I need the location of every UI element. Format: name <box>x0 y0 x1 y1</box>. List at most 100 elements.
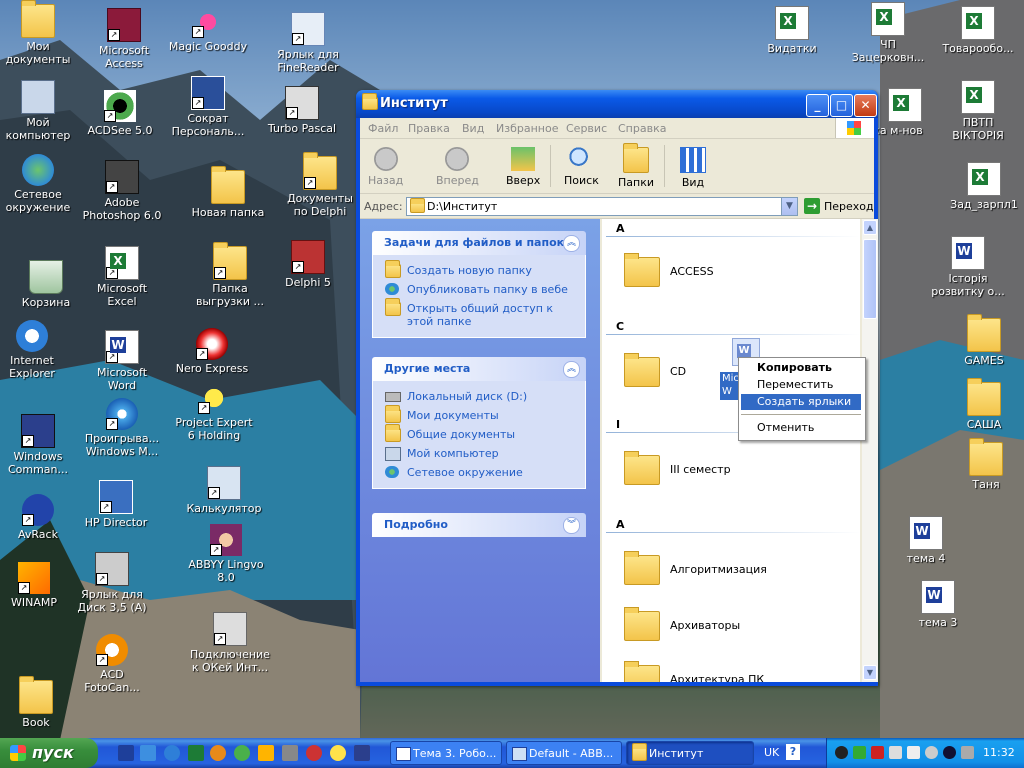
folder-item-arkhitektura[interactable]: Архитектура ПК <box>620 659 820 682</box>
search-button[interactable]: Поиск <box>564 147 599 187</box>
address-input[interactable]: D:\Институт ▼ <box>406 197 798 216</box>
desktop-icon-chp[interactable]: ЧП Зацерковн... <box>848 2 928 64</box>
up-button[interactable]: Вверх <box>506 147 540 187</box>
desktop-icon-network[interactable]: Сетевое окружение <box>0 154 78 214</box>
folder-item-access[interactable]: ACCESS <box>620 251 820 293</box>
desktop-icon-acd-fotocanvas[interactable]: ↗ ACD FotoCan... <box>72 634 152 694</box>
desktop-icon-zad-zarpl[interactable]: Зад_зарпл1 <box>944 162 1024 211</box>
language-indicator[interactable]: UK <box>764 746 779 759</box>
quicklaunch-media-icon[interactable] <box>210 745 226 761</box>
desktop-icon-tema4[interactable]: тема 4 <box>886 516 966 565</box>
desktop-icon-new-folder[interactable]: Новая папка <box>188 166 268 219</box>
place-shared-documents[interactable]: Общие документы <box>373 424 585 444</box>
desktop-icon-internet-explorer[interactable]: Internet Explorer <box>0 320 72 380</box>
desktop-icon-recycle-bin[interactable]: Корзина <box>6 260 86 309</box>
scroll-down-button[interactable]: ▼ <box>863 665 877 680</box>
desktop-icon-sasha[interactable]: САША <box>944 378 1024 431</box>
vertical-scrollbar[interactable]: ▲ ▼ <box>862 219 878 682</box>
help-icon[interactable]: ? <box>786 744 800 760</box>
maximize-button[interactable]: □ <box>830 94 853 117</box>
minimize-button[interactable]: _ <box>806 94 829 117</box>
taskbar-button-tema3[interactable]: Тема 3. Робо... <box>390 741 502 765</box>
desktop-icon-nero[interactable]: ↗ Nero Express <box>172 328 252 375</box>
desktop-icon-media-player[interactable]: ↗ Проигрыва... Windows M... <box>82 398 162 458</box>
desktop-icon-my-computer[interactable]: Мой компьютер <box>0 80 78 142</box>
task-share-folder[interactable]: Открыть общий доступ к этой папке <box>373 298 585 331</box>
quicklaunch-bulb-icon[interactable] <box>330 745 346 761</box>
desktop-icon-turbo-pascal[interactable]: ↗ Turbo Pascal <box>262 86 342 135</box>
quicklaunch-word-icon[interactable] <box>118 745 134 761</box>
place-local-disk[interactable]: Локальный диск (D:) <box>373 387 585 406</box>
tray-player-icon[interactable] <box>943 746 956 759</box>
context-cancel[interactable]: Отменить <box>741 420 861 436</box>
menu-favorites[interactable]: Избранное <box>496 122 558 135</box>
place-network[interactable]: Сетевое окружение <box>373 463 585 482</box>
desktop-icon-socrat[interactable]: ↗ Сократ Персональ... <box>168 76 248 138</box>
desktop-icon-photoshop[interactable]: ↗ Adobe Photoshop 6.0 <box>82 160 162 222</box>
desktop-icon-delphi-docs[interactable]: ↗ Документы по Delphi <box>280 152 360 218</box>
desktop-icon-project-expert[interactable]: ↗ Project Expert 6 Holding <box>174 382 254 442</box>
task-publish-web[interactable]: Опубликовать папку в вебе <box>373 280 585 299</box>
desktop-icon-avrack[interactable]: ↗ AvRack <box>0 494 78 541</box>
desktop-icon-hp-director[interactable]: ↗ HP Director <box>76 480 156 529</box>
quicklaunch-tools-icon[interactable] <box>282 745 298 761</box>
other-places-header[interactable]: Другие места ︽ <box>372 357 586 381</box>
file-tasks-header[interactable]: Задачи для файлов и папок ︽ <box>372 231 586 255</box>
taskbar-button-abbyy[interactable]: Default - ABB... <box>506 741 622 765</box>
desktop-icon-ms-access[interactable]: ↗ Microsoft Access <box>84 8 164 70</box>
tray-ati-icon[interactable] <box>871 746 884 759</box>
menu-file[interactable]: Файл <box>368 122 398 135</box>
desktop-icon-ms-excel[interactable]: ↗Microsoft Excel <box>82 246 162 308</box>
desktop-icon-okey-connection[interactable]: ↗ Подключение к ОКей Инт... <box>190 612 270 674</box>
desktop-icon-tanya[interactable]: Таня <box>946 438 1024 491</box>
close-button[interactable]: ✕ <box>854 94 877 117</box>
desktop-icon-tovaroobo[interactable]: Товарообо... <box>938 6 1018 55</box>
quicklaunch-ie-icon[interactable] <box>164 745 180 761</box>
details-header[interactable]: Подробно ︾ <box>372 513 586 537</box>
desktop-icon-tema3[interactable]: тема 3 <box>898 580 978 629</box>
context-create-shortcuts[interactable]: Создать ярлыки <box>741 394 861 410</box>
back-button[interactable]: Назад <box>368 147 403 187</box>
scroll-thumb[interactable] <box>863 239 877 319</box>
folders-button[interactable]: Папки <box>618 143 654 189</box>
place-my-computer[interactable]: Мой компьютер <box>373 444 585 463</box>
desktop-icon-delphi5[interactable]: ↗ Delphi 5 <box>268 240 348 289</box>
quicklaunch-network-icon[interactable] <box>234 745 250 761</box>
context-copy[interactable]: Копировать <box>741 360 861 376</box>
desktop-icon-my-documents[interactable]: Мои документы <box>0 0 78 66</box>
desktop-icon-acdsee[interactable]: ↗ ACDSee 5.0 <box>80 90 160 137</box>
collapse-icon[interactable]: ︽ <box>563 235 580 252</box>
desktop-icon-pvtp[interactable]: ПВТП ВІКТОРІЯ <box>938 80 1018 142</box>
quicklaunch-excel-icon[interactable] <box>188 745 204 761</box>
desktop-icon-abbyy-lingvo[interactable]: ↗ ABBYY Lingvo 8.0 <box>186 524 266 584</box>
tray-sound-icon[interactable] <box>907 746 920 759</box>
tray-cd-icon[interactable] <box>925 746 938 759</box>
start-button[interactable]: пуск <box>0 738 98 768</box>
taskbar-button-institut[interactable]: Институт <box>626 741 754 765</box>
desktop-icon-windows-commander[interactable]: ↗ Windows Comman... <box>0 414 78 476</box>
tray-network-icon[interactable] <box>853 746 866 759</box>
tray-device-icon[interactable] <box>889 746 902 759</box>
title-bar[interactable]: Институт _ □ ✕ <box>356 90 878 118</box>
address-dropdown-button[interactable]: ▼ <box>781 198 797 215</box>
desktop-icon-calculator[interactable]: ↗ Калькулятор <box>184 466 264 515</box>
desktop-icon-vydatky[interactable]: Видатки <box>752 6 832 55</box>
place-my-documents[interactable]: Мои документы <box>373 405 585 425</box>
view-button[interactable]: Вид <box>680 147 706 189</box>
tray-misc-icon[interactable] <box>961 746 974 759</box>
forward-button[interactable]: Вперед <box>436 147 479 187</box>
menu-tools[interactable]: Сервис <box>566 122 607 135</box>
desktop-icon-floppy-shortcut[interactable]: ↗ Ярлык для Диск 3,5 (A) <box>72 552 152 614</box>
desktop-icon-export-folder[interactable]: ↗ Папка выгрузки ... <box>190 242 270 308</box>
folder-item-arkhivatory[interactable]: Архиваторы <box>620 605 820 647</box>
go-button[interactable]: → Переход <box>802 197 874 215</box>
desktop-icon-ms-word[interactable]: ↗Microsoft Word <box>82 330 162 392</box>
collapse-icon[interactable]: ︽ <box>563 361 580 378</box>
expand-icon[interactable]: ︾ <box>563 517 580 534</box>
task-new-folder[interactable]: Создать новую папку <box>373 260 585 280</box>
desktop-icon-magic-gooddy[interactable]: ↗ Magic Gooddy <box>168 6 248 53</box>
menu-help[interactable]: Справка <box>618 122 666 135</box>
folder-item-iii-semester[interactable]: III семестр <box>620 449 820 491</box>
folder-item-algoritmizatsiya[interactable]: Алгоритмизация <box>620 549 820 591</box>
scroll-up-button[interactable]: ▲ <box>863 220 877 235</box>
